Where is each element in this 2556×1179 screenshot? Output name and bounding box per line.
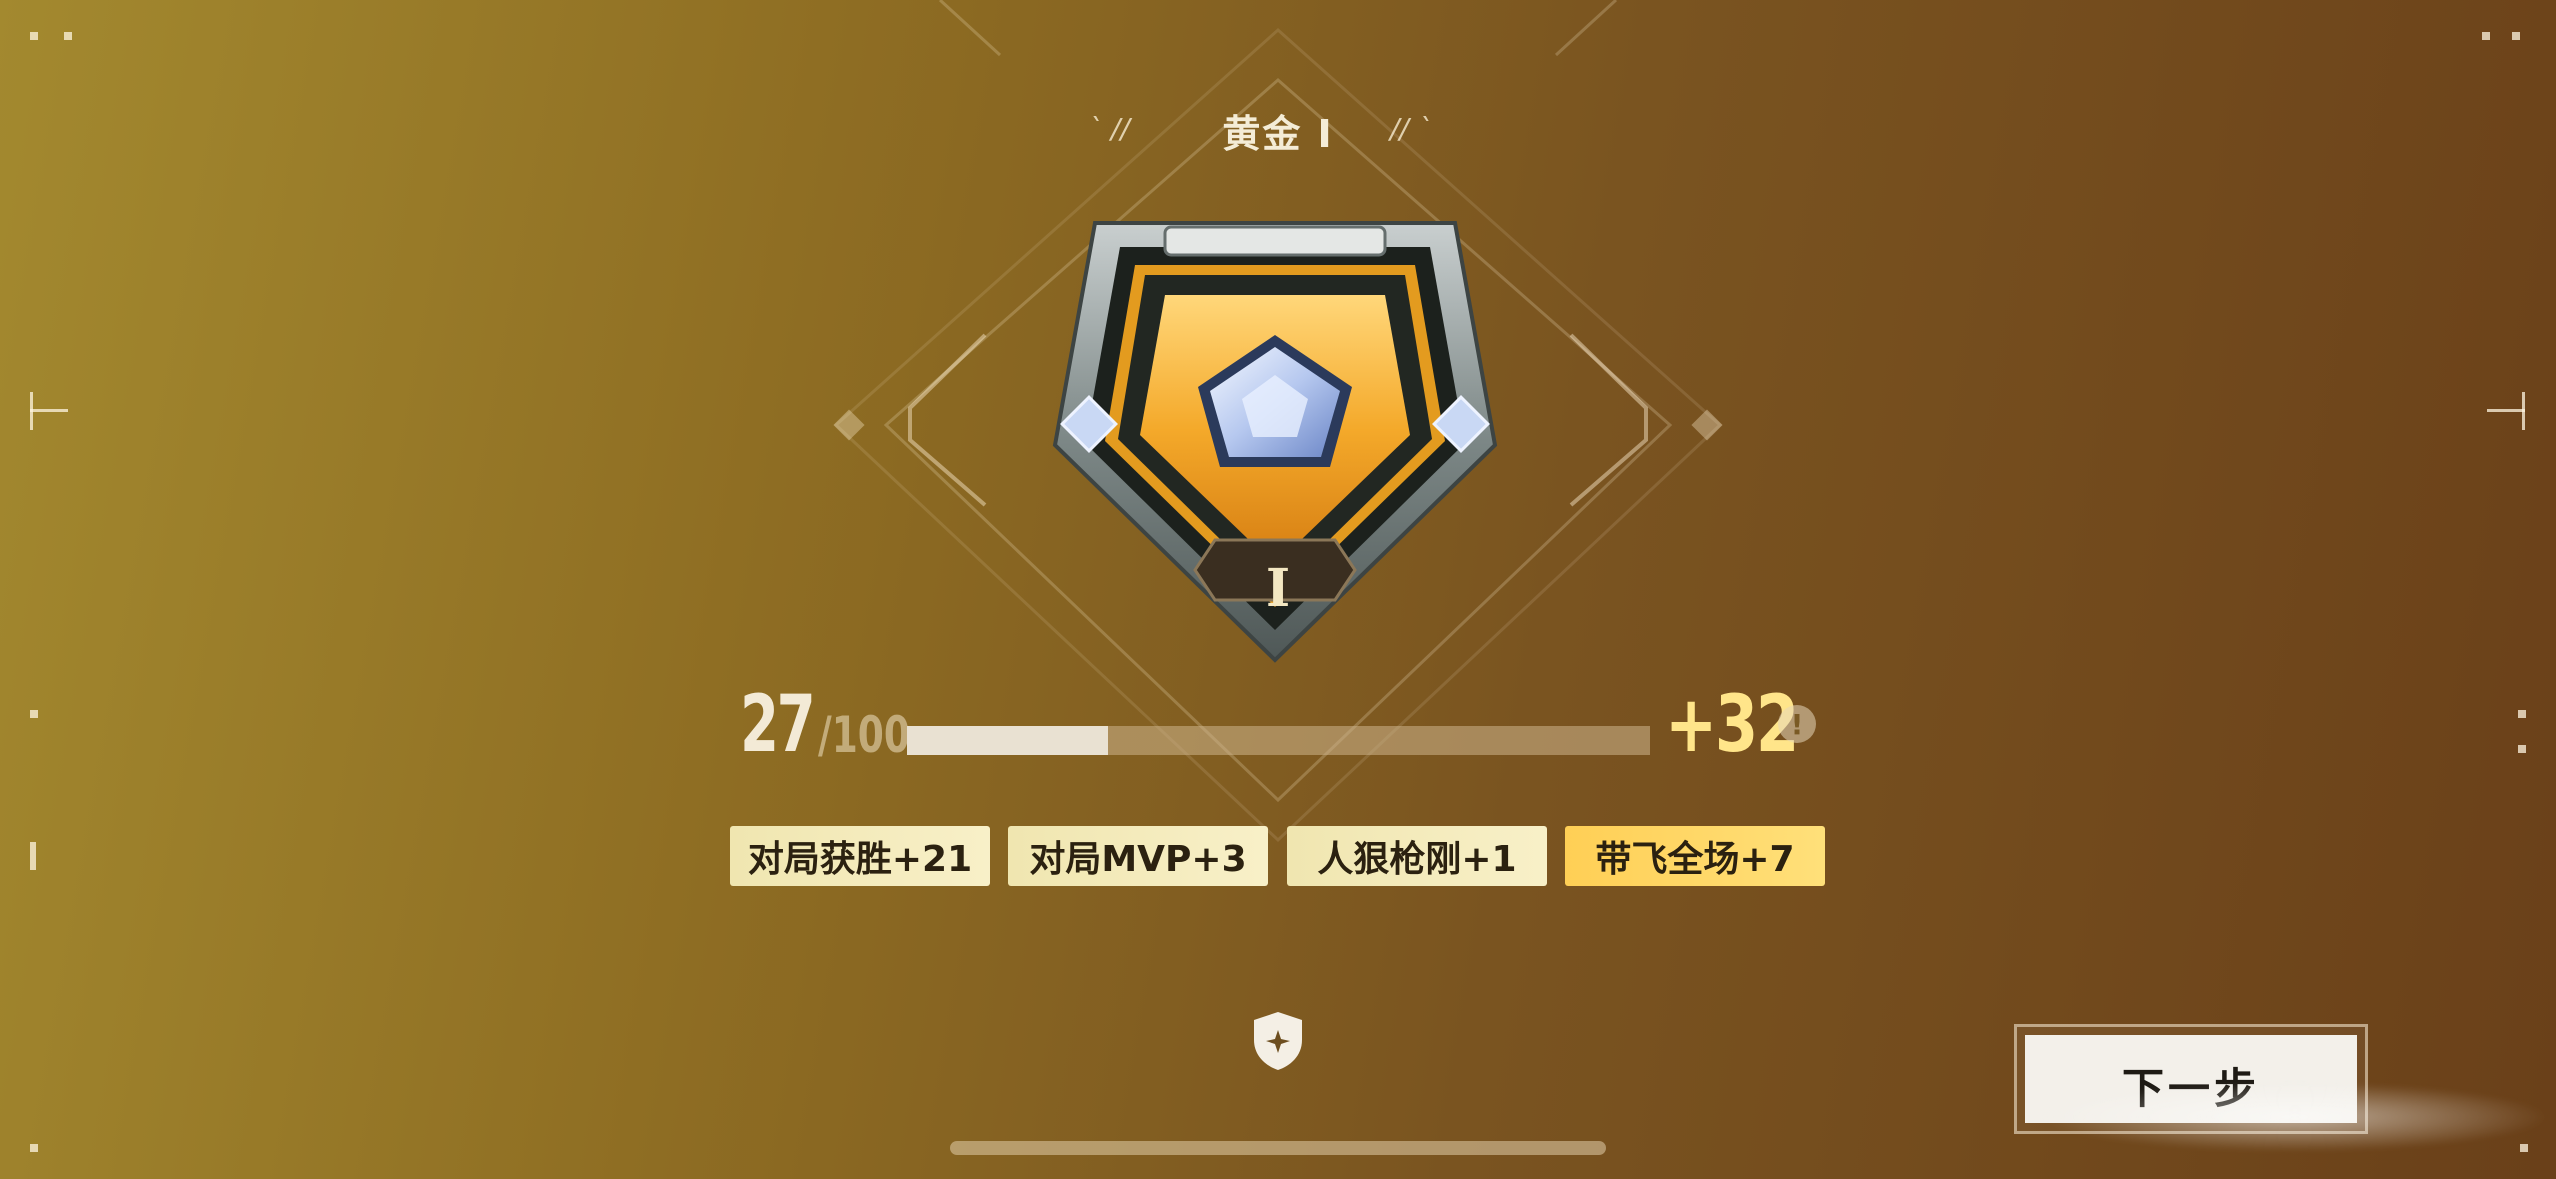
- bonus-chip: 对局MVP+3: [1008, 826, 1268, 886]
- bonus-chip: 对局获胜+21: [730, 826, 990, 886]
- progress-bar-fill: [907, 726, 1108, 755]
- progress-max: /100: [818, 706, 910, 764]
- watermark-overlay: [2040, 1082, 2550, 1152]
- rank-title: 黄金 I: [1222, 111, 1334, 156]
- info-icon[interactable]: !: [1778, 705, 1816, 743]
- progress-bar: [907, 726, 1650, 755]
- edge-marker: [2487, 409, 2525, 412]
- corner-marker: [30, 32, 38, 40]
- tier-numeral: I: [1265, 557, 1291, 619]
- rank-result-screen: ` // // ` 黄金 I I 27 /100 +32 ! 对局获胜+21 对…: [0, 0, 2556, 1179]
- edge-marker: [30, 710, 38, 718]
- home-indicator[interactable]: [950, 1141, 1606, 1155]
- edge-marker: [30, 409, 68, 412]
- corner-marker: [64, 32, 72, 40]
- edge-marker: [2518, 745, 2526, 753]
- corner-marker: [2512, 32, 2520, 40]
- corner-marker: [30, 1144, 38, 1152]
- title-decoration: ` //: [1088, 112, 1130, 145]
- shield-star-icon[interactable]: [1250, 1010, 1306, 1072]
- edge-marker: [2518, 710, 2526, 718]
- edge-marker: [30, 842, 36, 870]
- bonus-chip-highlight: 带飞全场+7: [1565, 826, 1825, 886]
- progress-current: 27: [740, 680, 816, 770]
- corner-marker: [2482, 32, 2490, 40]
- bonus-chip: 人狠枪刚+1: [1287, 826, 1547, 886]
